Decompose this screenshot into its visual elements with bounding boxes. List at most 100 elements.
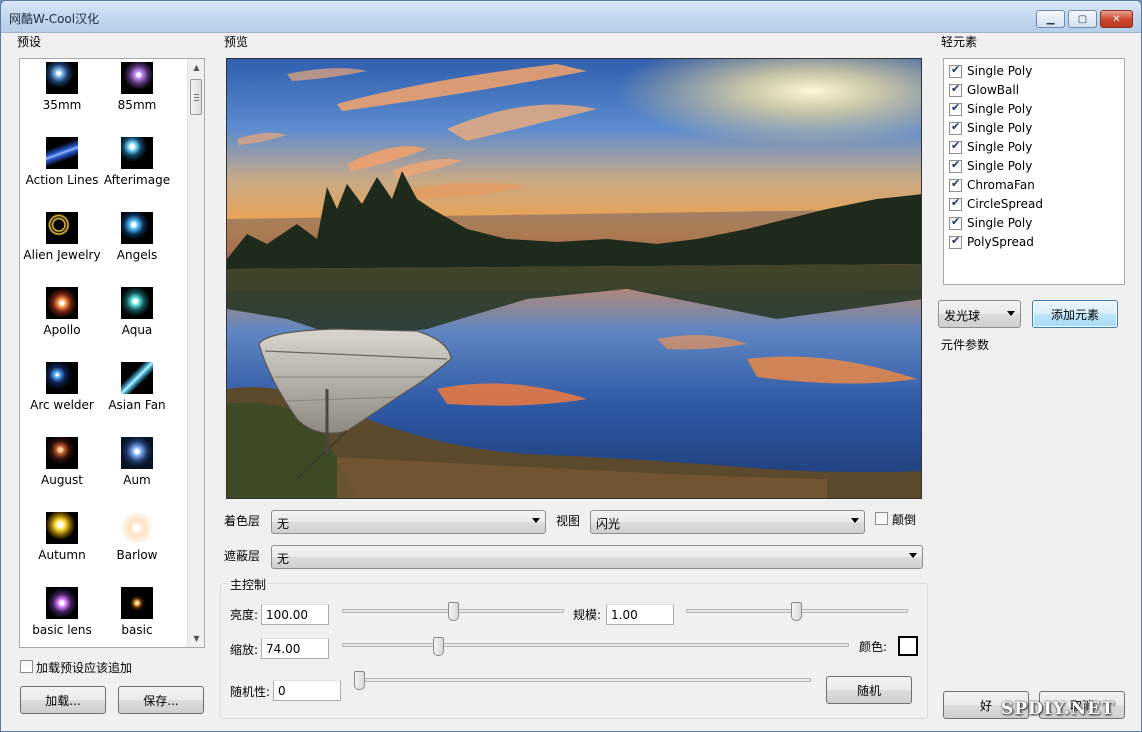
lite-element-checkbox[interactable] bbox=[949, 177, 962, 192]
preset-label: Afterimage bbox=[103, 173, 171, 187]
scale-slider-handle[interactable] bbox=[791, 602, 802, 621]
randomness-input[interactable]: 0 bbox=[273, 680, 341, 701]
lite-element-checkbox[interactable] bbox=[949, 101, 962, 116]
brightness-label: 亮度: bbox=[230, 608, 259, 622]
brightness-input[interactable]: 100.00 bbox=[261, 604, 329, 625]
lite-element-checkbox[interactable] bbox=[949, 158, 962, 173]
element-type-value: 发光球 bbox=[944, 309, 981, 323]
presets-label: 预设 bbox=[17, 35, 42, 49]
aum-thumb bbox=[121, 437, 153, 469]
lite-element-checkbox[interactable] bbox=[949, 82, 962, 97]
brightness-slider-handle[interactable] bbox=[448, 602, 459, 621]
color-swatch[interactable] bbox=[898, 636, 918, 656]
lite-element-checkbox[interactable] bbox=[949, 63, 962, 78]
color-layer-select[interactable]: 无 bbox=[271, 510, 546, 534]
minimize-button[interactable]: ▁ bbox=[1036, 10, 1065, 28]
chevron-down-icon bbox=[851, 518, 859, 523]
lite-element-checkbox[interactable] bbox=[949, 215, 962, 230]
app-window: 网酷W-Cool汉化 ▁ ▢ ✕ 预设 35mm 85mm Action Lines… bbox=[0, 0, 1142, 732]
scale-label: 规模: bbox=[573, 608, 602, 622]
preset-item[interactable]: Action Lines bbox=[20, 134, 104, 189]
scroll-up-icon[interactable]: ▲ bbox=[188, 59, 204, 76]
lite-element-label: Single Poly bbox=[967, 64, 1033, 78]
zoom-input[interactable]: 74.00 bbox=[261, 638, 329, 659]
preset-label: Barlow bbox=[116, 548, 158, 562]
lite-elements-label: 轻元素 bbox=[941, 35, 978, 49]
autumn-thumb bbox=[46, 512, 78, 544]
view-select[interactable]: 闪光 bbox=[590, 510, 865, 534]
august-thumb bbox=[46, 437, 78, 469]
preset-item[interactable]: basic bbox=[95, 584, 179, 639]
preset-item[interactable]: basic lens bbox=[20, 584, 104, 639]
preset-item[interactable]: Angels bbox=[95, 209, 179, 264]
lens-flare-35mm-thumb bbox=[46, 62, 78, 94]
preset-item[interactable]: Alien Jewelry bbox=[20, 209, 104, 264]
angels-thumb bbox=[121, 212, 153, 244]
randomize-button[interactable]: 随机 bbox=[826, 676, 912, 704]
randomness-slider-handle[interactable] bbox=[354, 671, 365, 690]
arc-welder-thumb bbox=[46, 362, 78, 394]
lite-element-label: CircleSpread bbox=[967, 197, 1043, 211]
mask-layer-select[interactable]: 无 bbox=[271, 545, 923, 569]
mask-layer-value: 无 bbox=[277, 552, 290, 566]
apollo-thumb bbox=[46, 287, 78, 319]
lite-element-checkbox[interactable] bbox=[949, 196, 962, 211]
load-button[interactable]: 加载... bbox=[20, 686, 106, 714]
preset-item[interactable]: August bbox=[20, 434, 104, 489]
lite-element-checkbox[interactable] bbox=[949, 120, 962, 135]
preset-item[interactable]: Barlow bbox=[95, 509, 179, 564]
zoom-label: 缩放: bbox=[230, 643, 259, 657]
preset-item[interactable]: Apollo bbox=[20, 284, 104, 339]
preset-item[interactable]: Afterimage bbox=[95, 134, 179, 189]
add-element-button[interactable]: 添加元素 bbox=[1032, 300, 1118, 328]
lake-sunset-preview bbox=[227, 59, 921, 498]
chevron-down-icon bbox=[1007, 311, 1015, 316]
lite-element-checkbox[interactable] bbox=[949, 139, 962, 154]
preset-label: 35mm bbox=[42, 98, 82, 112]
lite-element-label: PolySpread bbox=[967, 235, 1034, 249]
preset-item[interactable]: 35mm bbox=[20, 59, 104, 114]
preset-label: Autumn bbox=[38, 548, 86, 562]
preset-label: basic bbox=[121, 623, 153, 637]
preview-image[interactable] bbox=[226, 58, 922, 499]
lite-element-label: Single Poly bbox=[967, 159, 1033, 173]
zoom-slider-track[interactable] bbox=[342, 643, 849, 647]
invert-checkbox[interactable] bbox=[875, 512, 888, 525]
view-label: 视图 bbox=[556, 514, 581, 528]
view-value: 闪光 bbox=[596, 517, 621, 531]
save-button[interactable]: 保存... bbox=[118, 686, 204, 714]
preset-item[interactable]: Autumn bbox=[20, 509, 104, 564]
preset-item[interactable]: Aum bbox=[95, 434, 179, 489]
lite-elements-list[interactable]: Single Poly GlowBall Single Poly Single Pol… bbox=[943, 58, 1125, 285]
presets-scrollbar[interactable]: ▲ ▼ bbox=[187, 59, 204, 647]
afterimage-thumb bbox=[121, 137, 153, 169]
lite-element-label: Single Poly bbox=[967, 102, 1033, 116]
scale-input[interactable]: 1.00 bbox=[606, 604, 674, 625]
preview-label: 预览 bbox=[224, 35, 249, 49]
preset-item[interactable]: Arc welder bbox=[20, 359, 104, 414]
lite-element-label: Single Poly bbox=[967, 121, 1033, 135]
randomness-label: 随机性: bbox=[230, 685, 271, 699]
zoom-slider-handle[interactable] bbox=[433, 637, 444, 656]
presets-list[interactable]: 35mm 85mm Action Lines Afterimage Alien Jewe… bbox=[19, 58, 205, 648]
window-title: 网酷W-Cool汉化 bbox=[9, 12, 100, 26]
maximize-button[interactable]: ▢ bbox=[1068, 10, 1097, 28]
preset-item[interactable]: Asian Fan bbox=[95, 359, 179, 414]
barlow-thumb bbox=[121, 512, 153, 544]
scroll-thumb[interactable] bbox=[190, 79, 202, 115]
color-layer-label: 着色层 bbox=[224, 514, 261, 528]
preset-item[interactable]: Aqua bbox=[95, 284, 179, 339]
preset-item[interactable]: 85mm bbox=[95, 59, 179, 114]
scroll-down-icon[interactable]: ▼ bbox=[188, 630, 204, 647]
lite-element-checkbox[interactable] bbox=[949, 234, 962, 249]
preset-label: Aqua bbox=[121, 323, 153, 337]
lens-flare-85mm-thumb bbox=[121, 62, 153, 94]
asian-fan-thumb bbox=[121, 362, 153, 394]
close-button[interactable]: ✕ bbox=[1100, 10, 1133, 28]
preset-label: Aum bbox=[123, 473, 151, 487]
preset-label: Apollo bbox=[43, 323, 81, 337]
append-preset-checkbox[interactable] bbox=[20, 660, 33, 673]
preset-label: Asian Fan bbox=[108, 398, 166, 412]
randomness-slider-track[interactable] bbox=[354, 678, 811, 682]
element-type-select[interactable]: 发光球 bbox=[938, 300, 1021, 328]
